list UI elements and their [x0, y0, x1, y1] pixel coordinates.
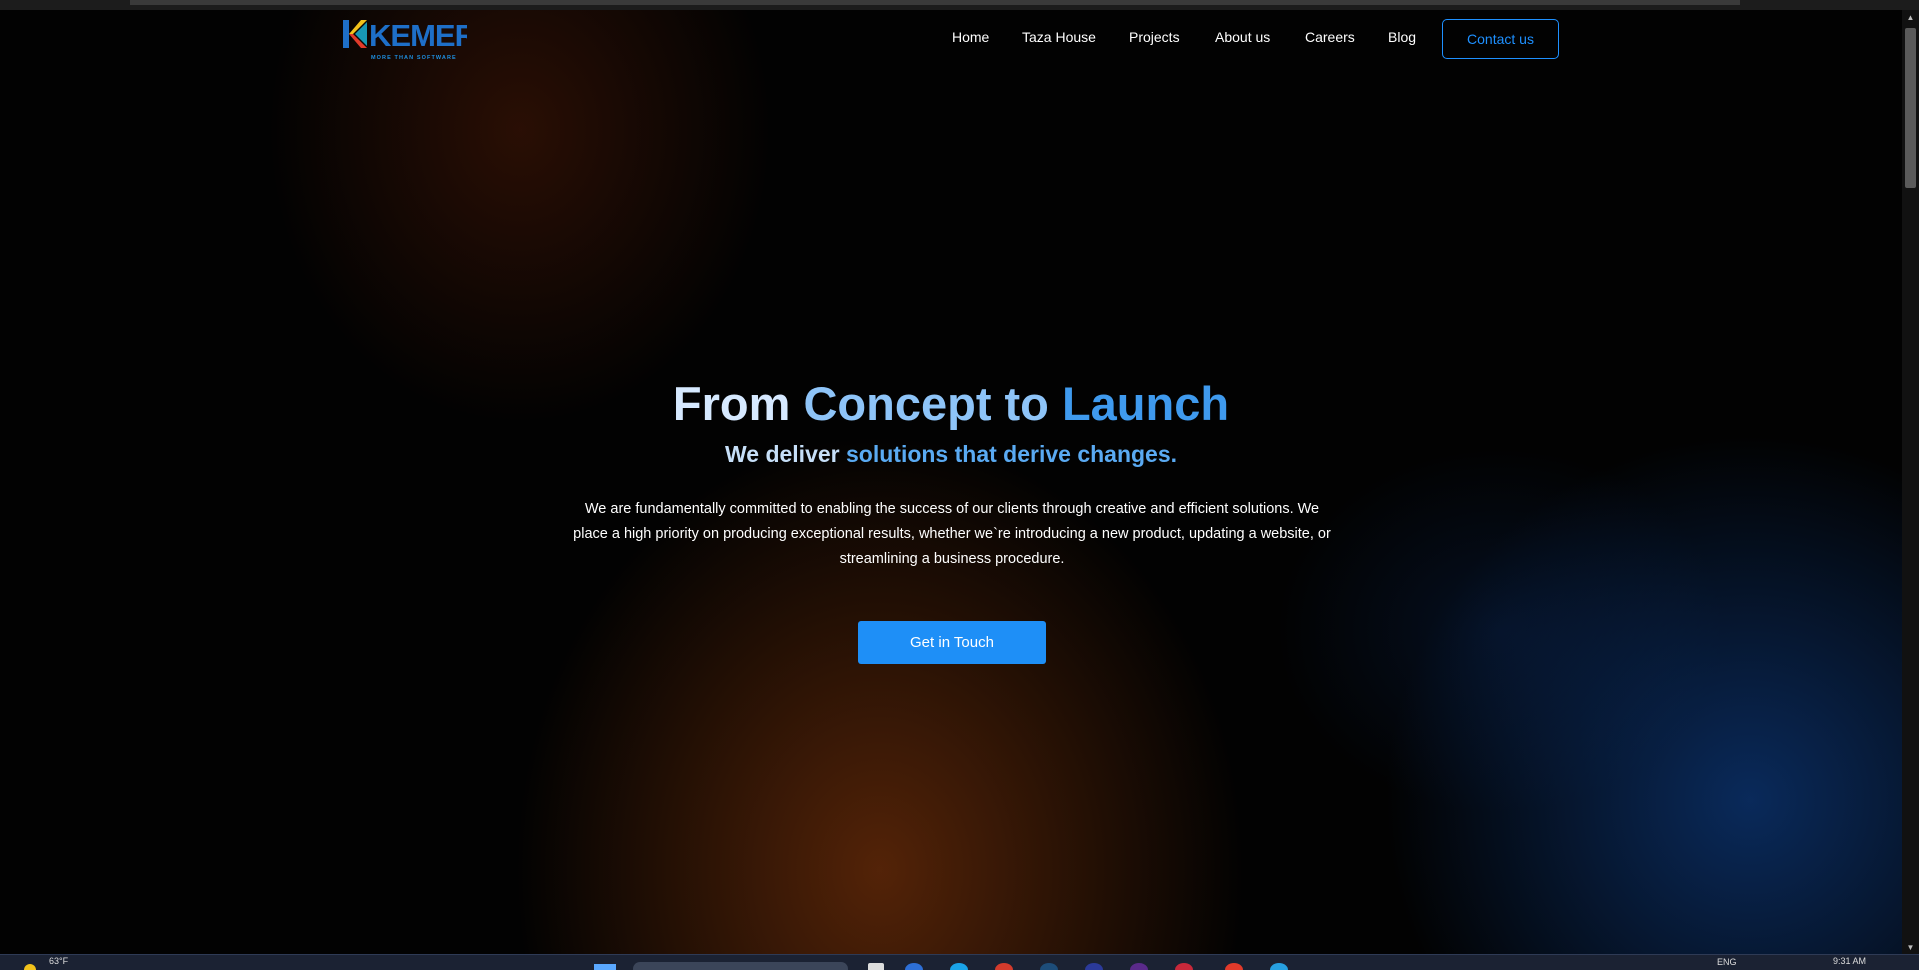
logo-tagline: MORE THAN SOFTWARE: [371, 55, 457, 61]
hero-subtitle-part-1: We deliver: [724, 441, 846, 467]
hero-description: We are fundamentally committed to enabli…: [573, 501, 1331, 567]
top-navigation: KEMER MORE THAN SOFTWARE Home Taza House…: [0, 10, 1902, 70]
logo-wordmark: KEMER: [369, 18, 467, 50]
weather-temperature[interactable]: 63°F: [49, 956, 68, 966]
nav-home[interactable]: Home: [952, 29, 989, 45]
scrollbar-thumb[interactable]: [1905, 28, 1916, 188]
get-in-touch-button[interactable]: Get in Touch: [858, 621, 1046, 664]
keyboard-language[interactable]: ENG: [1717, 957, 1737, 967]
nav-blog[interactable]: Blog: [1388, 29, 1416, 45]
nav-about-us[interactable]: About us: [1215, 29, 1270, 45]
weather-sun-icon[interactable]: [24, 964, 36, 970]
nav-careers[interactable]: Careers: [1305, 29, 1355, 45]
windows-start-icon[interactable]: [594, 964, 616, 970]
scroll-down-arrow-icon[interactable]: ▼: [1902, 940, 1919, 954]
os-taskbar: 63°F ENG 9:31 AM: [0, 954, 1919, 970]
browser-tab-bar: [130, 0, 1740, 5]
nav-taza-house[interactable]: Taza House: [1022, 29, 1096, 45]
site-logo[interactable]: KEMER MORE THAN SOFTWARE: [343, 18, 468, 61]
scroll-up-arrow-icon[interactable]: ▲: [1902, 10, 1919, 24]
hero-title-part-3: Launch: [1061, 377, 1230, 430]
hero-title-part-2: Concept to: [803, 377, 1062, 430]
contact-us-button[interactable]: Contact us: [1442, 19, 1559, 59]
hero-title-part-1: From: [672, 377, 804, 430]
taskbar-clock[interactable]: 9:31 AM: [1833, 956, 1866, 966]
kemer-logo-icon: KEMER: [343, 18, 467, 50]
hero-title: From Concept to Launch: [0, 378, 1902, 430]
page-scrollbar[interactable]: ▲ ▼: [1902, 10, 1919, 954]
nav-projects[interactable]: Projects: [1129, 29, 1180, 45]
hero-subtitle: We deliver solutions that derive changes…: [0, 441, 1902, 469]
hero-subtitle-part-2: solutions that derive changes.: [846, 441, 1178, 467]
page-viewport: KEMER MORE THAN SOFTWARE Home Taza House…: [0, 10, 1902, 954]
